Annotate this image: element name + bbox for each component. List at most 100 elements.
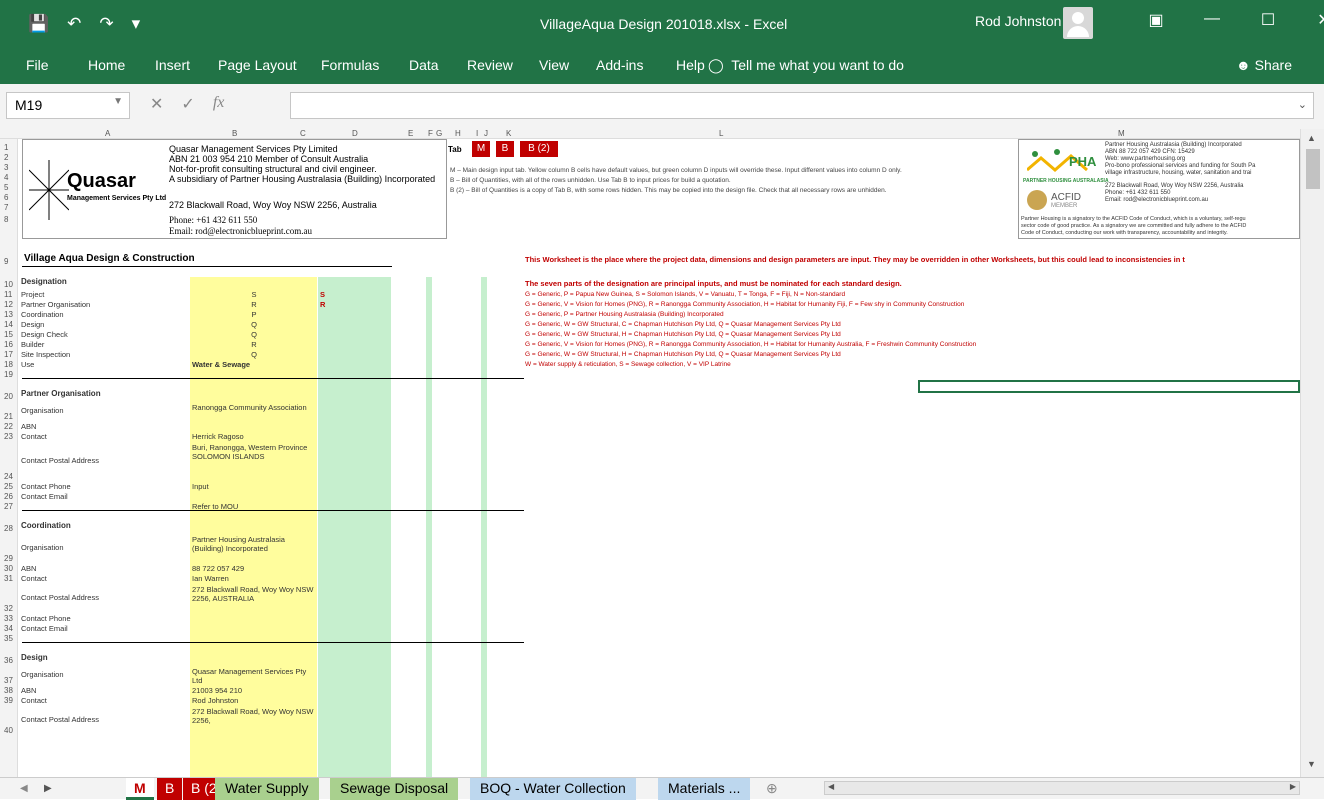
row-header[interactable]: 40 xyxy=(4,726,13,735)
sheet-tab-b[interactable]: B xyxy=(157,778,183,800)
scroll-up-icon[interactable]: ▲ xyxy=(1307,133,1316,143)
cell-b[interactable]: 88 722 057 429 xyxy=(192,564,316,573)
col-header-f[interactable]: F xyxy=(428,129,433,138)
tab-review[interactable]: Review xyxy=(467,57,513,73)
tab-page-layout[interactable]: Page Layout xyxy=(218,57,297,73)
undo-icon[interactable]: ↶ xyxy=(67,14,81,34)
row-header[interactable]: 4 xyxy=(4,173,8,182)
col-header-b[interactable]: B xyxy=(232,129,237,138)
minimize-icon[interactable]: — xyxy=(1184,10,1240,30)
row-header[interactable]: 30 xyxy=(4,564,13,573)
share-button[interactable]: ☻ Share xyxy=(1236,57,1292,73)
scroll-thumb[interactable] xyxy=(1306,149,1320,189)
avatar[interactable] xyxy=(1063,7,1093,39)
row-header[interactable]: 13 xyxy=(4,310,13,319)
tab-legend-m[interactable]: M xyxy=(472,141,490,157)
cell-b[interactable]: Ian Warren xyxy=(192,574,316,583)
tab-scroll-left-icon[interactable]: ◀ xyxy=(12,781,36,803)
horizontal-scrollbar[interactable]: ◀ ▶ xyxy=(824,781,1300,795)
save-icon[interactable]: 💾 xyxy=(28,14,49,34)
vertical-scrollbar[interactable]: ▲ ▼ xyxy=(1300,129,1324,777)
sheet-tab-sewage-disposal[interactable]: Sewage Disposal xyxy=(330,778,459,800)
row-header[interactable]: 7 xyxy=(4,203,8,212)
scroll-down-icon[interactable]: ▼ xyxy=(1307,759,1316,769)
cancel-icon[interactable]: ✕ xyxy=(150,94,163,114)
cell-b[interactable]: Q xyxy=(192,350,316,359)
cell-b[interactable]: Water & Sewage xyxy=(192,360,316,369)
col-header-l[interactable]: L xyxy=(719,129,723,138)
col-header-i[interactable]: I xyxy=(476,129,478,138)
row-header[interactable]: 22 xyxy=(4,422,13,431)
user-name[interactable]: Rod Johnston xyxy=(975,13,1061,29)
add-sheet-icon[interactable]: ⊕ xyxy=(758,778,786,800)
row-header[interactable]: 9 xyxy=(4,257,8,266)
row-header[interactable]: 26 xyxy=(4,492,13,501)
tab-help[interactable]: Help xyxy=(676,57,705,73)
row-header[interactable]: 15 xyxy=(4,330,13,339)
sheet-tab-water-supply[interactable]: Water Supply xyxy=(215,778,319,800)
sheet-tab-m[interactable]: M xyxy=(126,778,154,800)
col-header-h[interactable]: H xyxy=(455,129,461,138)
col-header-d[interactable]: D xyxy=(352,129,358,138)
tab-view[interactable]: View xyxy=(539,57,569,73)
ribbon-display-icon[interactable]: ▣ xyxy=(1128,10,1184,30)
row-header[interactable]: 38 xyxy=(4,686,13,695)
cell-b[interactable]: Rod Johnston xyxy=(192,696,316,705)
col-header-g[interactable]: G xyxy=(436,129,442,138)
selected-cell-m19[interactable] xyxy=(918,380,1300,393)
customize-qat-icon[interactable]: ▾ xyxy=(132,14,141,34)
fx-icon[interactable]: fx xyxy=(213,94,225,114)
row-header[interactable]: 21 xyxy=(4,412,13,421)
row-header[interactable]: 8 xyxy=(4,215,8,224)
cell-d[interactable]: R xyxy=(320,300,325,309)
col-header-c[interactable]: C xyxy=(300,129,306,138)
name-box[interactable]: M19 ▼ xyxy=(6,92,130,119)
row-header[interactable]: 20 xyxy=(4,392,13,401)
hscroll-right-icon[interactable]: ▶ xyxy=(1290,782,1296,791)
row-header[interactable]: 6 xyxy=(4,193,8,202)
tab-file[interactable]: File xyxy=(26,57,49,73)
row-header[interactable]: 23 xyxy=(4,432,13,441)
cell-b[interactable]: Herrick Ragoso xyxy=(192,432,316,441)
row-header[interactable]: 36 xyxy=(4,656,13,665)
cell-b[interactable]: S xyxy=(192,290,316,299)
col-header-a[interactable]: A xyxy=(105,129,110,138)
row-header[interactable]: 28 xyxy=(4,524,13,533)
sheet-tab-boq-water-collection[interactable]: BOQ - Water Collection xyxy=(470,778,636,800)
redo-icon[interactable]: ↷ xyxy=(99,14,113,34)
worksheet-grid[interactable]: Quasar Management Services Pty Ltd Quasa… xyxy=(18,139,1300,777)
cell-d[interactable]: S xyxy=(320,290,325,299)
cell-b[interactable]: Partner Housing Australasia (Building) I… xyxy=(192,535,316,553)
row-header[interactable]: 35 xyxy=(4,634,13,643)
cell-b[interactable]: Q xyxy=(192,330,316,339)
tab-scroll-right-icon[interactable]: ▶ xyxy=(36,781,60,803)
row-header[interactable]: 12 xyxy=(4,300,13,309)
formula-input[interactable]: ⌄ xyxy=(290,92,1314,119)
tab-home[interactable]: Home xyxy=(88,57,125,73)
row-header[interactable]: 25 xyxy=(4,482,13,491)
sheet-tab-materials[interactable]: Materials ... xyxy=(658,778,751,800)
row-header[interactable]: 24 xyxy=(4,472,13,481)
maximize-icon[interactable]: ☐ xyxy=(1240,10,1296,30)
row-header[interactable]: 16 xyxy=(4,340,13,349)
row-header[interactable]: 10 xyxy=(4,280,13,289)
row-header[interactable]: 32 xyxy=(4,604,13,613)
cell-b[interactable]: 21003 954 210 xyxy=(192,686,316,695)
row-header[interactable]: 11 xyxy=(4,290,12,299)
cell-b[interactable]: P xyxy=(192,310,316,319)
row-header[interactable]: 5 xyxy=(4,183,8,192)
cell-b[interactable]: Buri, Ranongga, Western Province SOLOMON… xyxy=(192,443,316,461)
row-header[interactable]: 29 xyxy=(4,554,13,563)
row-header[interactable]: 18 xyxy=(4,360,13,369)
cell-b[interactable]: 272 Blackwall Road, Woy Woy NSW 2256, xyxy=(192,707,316,725)
row-header[interactable]: 19 xyxy=(4,370,13,379)
tab-insert[interactable]: Insert xyxy=(155,57,190,73)
col-header-j[interactable]: J xyxy=(484,129,488,138)
col-header-e[interactable]: E xyxy=(408,129,413,138)
cell-b[interactable]: Q xyxy=(192,320,316,329)
row-header[interactable]: 27 xyxy=(4,502,13,511)
enter-icon[interactable]: ✓ xyxy=(181,94,194,114)
row-header[interactable]: 1 xyxy=(4,143,8,152)
hscroll-left-icon[interactable]: ◀ xyxy=(828,782,834,791)
close-icon[interactable]: ✕ xyxy=(1296,10,1324,30)
